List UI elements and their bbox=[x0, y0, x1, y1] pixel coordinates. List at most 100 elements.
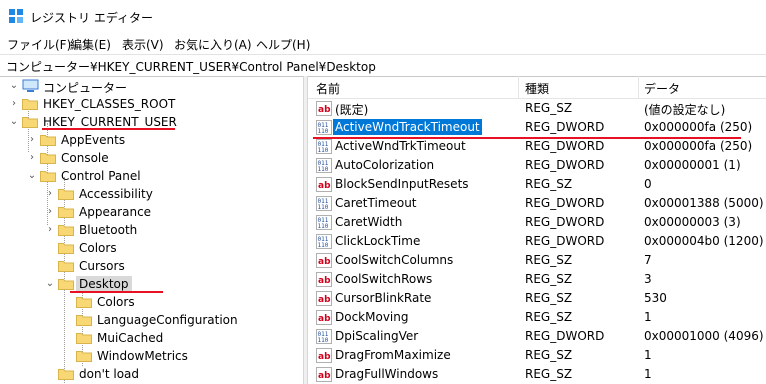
value-row[interactable]: 011 110 CaretTimeout REG_DWORD 0x00001388 (5… bbox=[308, 194, 766, 213]
svg-text:110: 110 bbox=[318, 337, 329, 344]
chevron-right-icon[interactable]: › bbox=[44, 188, 56, 200]
value-name[interactable]: CoolSwitchRows bbox=[333, 271, 434, 287]
string-value-icon: ab bbox=[316, 348, 332, 363]
key-tree: ⌄ コンピューター › HKEY_CLASSES_ROOT ⌄ HKEY_CURREN… bbox=[0, 76, 303, 384]
folder-icon bbox=[58, 207, 74, 218]
value-row[interactable]: ab DragFullWindows REG_SZ 1 bbox=[308, 365, 766, 384]
value-data: 1 bbox=[644, 348, 652, 362]
value-type: REG_SZ bbox=[525, 348, 573, 362]
tree-node[interactable]: › Bluetooth bbox=[0, 221, 303, 239]
chevron-right-icon[interactable]: › bbox=[44, 206, 56, 218]
value-name[interactable]: AutoColorization bbox=[333, 157, 436, 173]
svg-text:ab: ab bbox=[318, 257, 331, 267]
value-name[interactable]: ActiveWndTrackTimeout bbox=[333, 119, 482, 135]
value-name[interactable]: DragFromMaximize bbox=[333, 347, 453, 363]
tree-node-label: Desktop bbox=[76, 276, 132, 292]
chevron-right-icon[interactable]: › bbox=[8, 98, 20, 110]
value-name[interactable]: BlockSendInputResets bbox=[333, 176, 471, 192]
value-data: 0x00001388 (5000) bbox=[644, 196, 764, 210]
tree-node[interactable]: WindowMetrics bbox=[0, 347, 303, 365]
value-data: 0x00000001 (1) bbox=[644, 158, 741, 172]
value-name[interactable]: CaretWidth bbox=[333, 214, 404, 230]
value-row[interactable]: 011 110 CaretWidth REG_DWORD 0x00000003 (3) bbox=[308, 213, 766, 232]
folder-icon bbox=[58, 261, 74, 272]
menu-file[interactable]: ファイル(F) bbox=[7, 36, 71, 53]
string-value-icon: ab bbox=[316, 291, 332, 306]
value-row[interactable]: 011 110 ClickLockTime REG_DWORD 0x000004b0 (… bbox=[308, 232, 766, 251]
value-row[interactable]: ab DockMoving REG_SZ 1 bbox=[308, 308, 766, 327]
tree-node[interactable]: Cursors bbox=[0, 257, 303, 275]
value-name[interactable]: DragFullWindows bbox=[333, 366, 440, 382]
tree-node[interactable]: › Accessibility bbox=[0, 185, 303, 203]
tree-node-label: HKEY_CLASSES_ROOT bbox=[43, 97, 176, 111]
address-bar[interactable]: コンピューター¥HKEY_CURRENT_USER¥Control Panel¥… bbox=[0, 54, 766, 77]
tree-node-label: Bluetooth bbox=[79, 223, 138, 237]
value-row[interactable]: ab BlockSendInputResets REG_SZ 0 bbox=[308, 175, 766, 194]
value-data: 7 bbox=[644, 253, 652, 267]
chevron-down-icon[interactable]: ⌄ bbox=[8, 116, 20, 128]
value-row[interactable]: ab (既定) REG_SZ (値の設定なし) bbox=[308, 99, 766, 118]
binary-value-icon: 011110 bbox=[316, 215, 332, 230]
value-row[interactable]: 011 110 ActiveWndTrackTimeout REG_DWORD 0x00… bbox=[308, 118, 766, 137]
value-row[interactable]: ab CoolSwitchRows REG_SZ 3 bbox=[308, 270, 766, 289]
annotation-underline bbox=[70, 291, 163, 293]
value-row[interactable]: 011 110 AutoColorization REG_DWORD 0x0000000… bbox=[308, 156, 766, 175]
folder-icon bbox=[76, 351, 92, 362]
folder-icon bbox=[22, 99, 38, 110]
svg-text:ab: ab bbox=[318, 314, 331, 324]
address-text[interactable]: コンピューター¥HKEY_CURRENT_USER¥Control Panel¥… bbox=[6, 58, 376, 75]
value-row[interactable]: 011 110 ActiveWndTrkTimeout REG_DWORD 0x0000… bbox=[308, 137, 766, 156]
value-name[interactable]: ClickLockTime bbox=[333, 233, 422, 249]
column-header-type[interactable]: 種類 bbox=[525, 80, 549, 97]
tree-node[interactable]: don't load bbox=[0, 365, 303, 383]
menu-edit[interactable]: 編集(E) bbox=[70, 36, 111, 53]
svg-text:ab: ab bbox=[318, 276, 331, 286]
value-name[interactable]: CoolSwitchColumns bbox=[333, 252, 455, 268]
tree-node[interactable]: Colors bbox=[0, 293, 303, 311]
column-divider[interactable] bbox=[518, 76, 519, 98]
value-type: REG_DWORD bbox=[525, 120, 605, 134]
menu-favorites[interactable]: お気に入り(A) bbox=[174, 36, 252, 53]
tree-node[interactable]: ⌄ Control Panel bbox=[0, 167, 303, 185]
value-name[interactable]: CaretTimeout bbox=[333, 195, 419, 211]
tree-node[interactable]: LanguageConfiguration bbox=[0, 311, 303, 329]
value-name[interactable]: DpiScalingVer bbox=[333, 328, 420, 344]
value-row[interactable]: ab DragFromMaximize REG_SZ 1 bbox=[308, 346, 766, 365]
value-row[interactable]: 011 110 DpiScalingVer REG_DWORD 0x00001000 (… bbox=[308, 327, 766, 346]
chevron-right-icon[interactable]: › bbox=[26, 134, 38, 146]
tree-node[interactable]: › Console bbox=[0, 149, 303, 167]
menu-help[interactable]: ヘルプ(H) bbox=[256, 36, 310, 53]
column-divider[interactable] bbox=[638, 76, 639, 98]
value-row[interactable]: ab CursorBlinkRate REG_SZ 530 bbox=[308, 289, 766, 308]
value-name[interactable]: (既定) bbox=[333, 100, 370, 119]
column-header-name[interactable]: 名前 bbox=[316, 80, 340, 97]
value-type: REG_DWORD bbox=[525, 234, 605, 248]
chevron-down-icon[interactable]: ⌄ bbox=[44, 278, 56, 290]
value-row[interactable]: ab CoolSwitchColumns REG_SZ 7 bbox=[308, 251, 766, 270]
chevron-right-icon[interactable]: › bbox=[26, 152, 38, 164]
tree-node-label: Cursors bbox=[79, 259, 125, 273]
value-type: REG_SZ bbox=[525, 101, 573, 115]
annotation-underline bbox=[42, 128, 175, 130]
column-header-data[interactable]: データ bbox=[644, 80, 680, 97]
tree-node[interactable]: Colors bbox=[0, 239, 303, 257]
tree-node[interactable]: MuiCached bbox=[0, 329, 303, 347]
title-bar: レジストリ エディター bbox=[0, 0, 766, 32]
tree-node[interactable]: › HKEY_CLASSES_ROOT bbox=[0, 95, 303, 113]
chevron-right-icon[interactable]: › bbox=[44, 224, 56, 236]
chevron-down-icon[interactable]: ⌄ bbox=[26, 170, 38, 182]
tree-node-label: Console bbox=[61, 151, 109, 165]
tree-node[interactable]: › AppEvents bbox=[0, 131, 303, 149]
tree-node-computer[interactable]: ⌄ コンピューター bbox=[0, 77, 303, 95]
value-name[interactable]: ActiveWndTrkTimeout bbox=[333, 138, 468, 154]
value-name[interactable]: CursorBlinkRate bbox=[333, 290, 433, 306]
value-name[interactable]: DockMoving bbox=[333, 309, 410, 325]
svg-text:ab: ab bbox=[318, 295, 331, 305]
menu-view[interactable]: 表示(V) bbox=[122, 36, 164, 53]
folder-icon bbox=[58, 225, 74, 236]
tree-node[interactable]: › Appearance bbox=[0, 203, 303, 221]
value-type: REG_SZ bbox=[525, 367, 573, 381]
svg-text:ab: ab bbox=[318, 352, 331, 362]
chevron-down-icon[interactable]: ⌄ bbox=[8, 80, 20, 92]
value-type: REG_SZ bbox=[525, 272, 573, 286]
